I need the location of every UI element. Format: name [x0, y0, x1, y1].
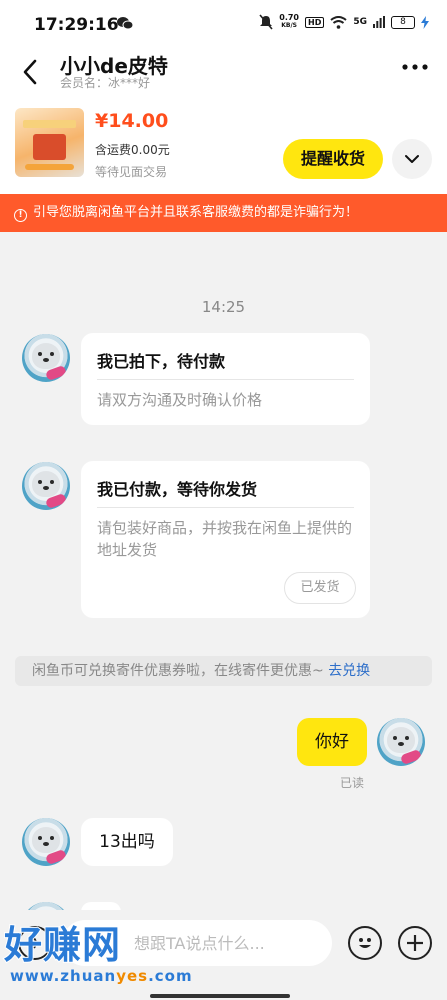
product-price: ¥14.00	[95, 110, 169, 132]
wechat-icon	[117, 17, 133, 30]
battery-indicator: 8	[391, 15, 415, 29]
warning-text: 引导您脱离闲鱼平台并且联系客服缴费的都是诈骗行为！	[33, 205, 359, 220]
card-description: 请双方沟通及时确认价格	[97, 391, 263, 409]
more-options-icon[interactable]	[401, 62, 429, 72]
buyer-avatar[interactable]	[22, 462, 70, 510]
my-message-bubble[interactable]: 你好	[297, 718, 367, 766]
card-divider	[97, 379, 354, 380]
member-name: 会员名：冰***好	[60, 76, 151, 90]
their-message-bubble[interactable]: 13出吗	[81, 818, 173, 866]
shipped-button[interactable]: 已发货	[284, 572, 356, 604]
input-bar	[0, 910, 447, 1000]
status-icons: 0.70 KB/S HD 5G 8	[259, 14, 429, 30]
promo-notice: 闲鱼币可兑换寄件优惠券啦，在线寄件更优惠~ 去兑换	[15, 656, 432, 686]
card-title: 我已付款，等待你发货	[97, 480, 258, 499]
expand-button[interactable]	[392, 139, 432, 179]
shipping-fee: 含运费0.00元	[95, 143, 170, 157]
promo-text: 闲鱼币可兑换寄件优惠券啦，在线寄件更优惠~	[32, 663, 329, 679]
chat-header: 小小de皮特 会员名：冰***好	[0, 48, 447, 96]
back-arrow-icon[interactable]	[20, 58, 40, 86]
mute-bell-icon	[259, 14, 273, 30]
trade-mode: 等待见面交易	[95, 165, 168, 179]
emoji-icon	[359, 938, 371, 948]
voice-icon	[29, 937, 37, 949]
hd-badge: HD	[305, 16, 325, 28]
chevron-down-icon	[405, 155, 419, 163]
emoji-button[interactable]	[348, 926, 382, 960]
order-status-card-pending[interactable]: 我已拍下，待付款 请双方沟通及时确认价格	[81, 333, 370, 425]
home-indicator[interactable]	[150, 994, 290, 998]
buyer-avatar[interactable]	[22, 334, 70, 382]
card-description: 请包装好商品，并按我在闲鱼上提供的地址发货	[97, 519, 353, 559]
buyer-avatar[interactable]	[22, 818, 70, 866]
card-divider	[97, 507, 354, 508]
wifi-icon	[330, 15, 347, 29]
read-receipt: 已读	[340, 776, 365, 790]
warning-icon: !	[14, 209, 27, 222]
net-speed: 0.70 KB/S	[279, 13, 299, 30]
charging-icon	[421, 15, 429, 29]
status-time: 17:29:16	[34, 15, 119, 35]
voice-button[interactable]	[18, 926, 52, 960]
message-input[interactable]	[62, 920, 332, 966]
signal-icon	[373, 16, 385, 28]
remind-receipt-button[interactable]: 提醒收货	[283, 139, 383, 179]
fraud-warning-banner: ! 引导您脱离闲鱼平台并且联系客服缴费的都是诈骗行为！	[0, 194, 447, 232]
message-timestamp: 14:25	[201, 298, 246, 316]
more-actions-button[interactable]	[398, 926, 432, 960]
redeem-link[interactable]: 去兑换	[328, 663, 370, 679]
order-status-card-paid[interactable]: 我已付款，等待你发货 请包装好商品，并按我在闲鱼上提供的地址发货 已发货	[81, 461, 370, 618]
plus-icon	[407, 935, 423, 951]
status-bar: 17:29:16 0.70 KB/S HD 5G 8	[0, 0, 447, 48]
my-avatar[interactable]	[377, 718, 425, 766]
product-bar: ¥14.00 含运费0.00元 等待见面交易 提醒收货	[0, 96, 447, 194]
network-type: 5G	[353, 17, 367, 27]
product-thumbnail[interactable]	[15, 108, 84, 177]
card-title: 我已拍下，待付款	[97, 352, 226, 371]
